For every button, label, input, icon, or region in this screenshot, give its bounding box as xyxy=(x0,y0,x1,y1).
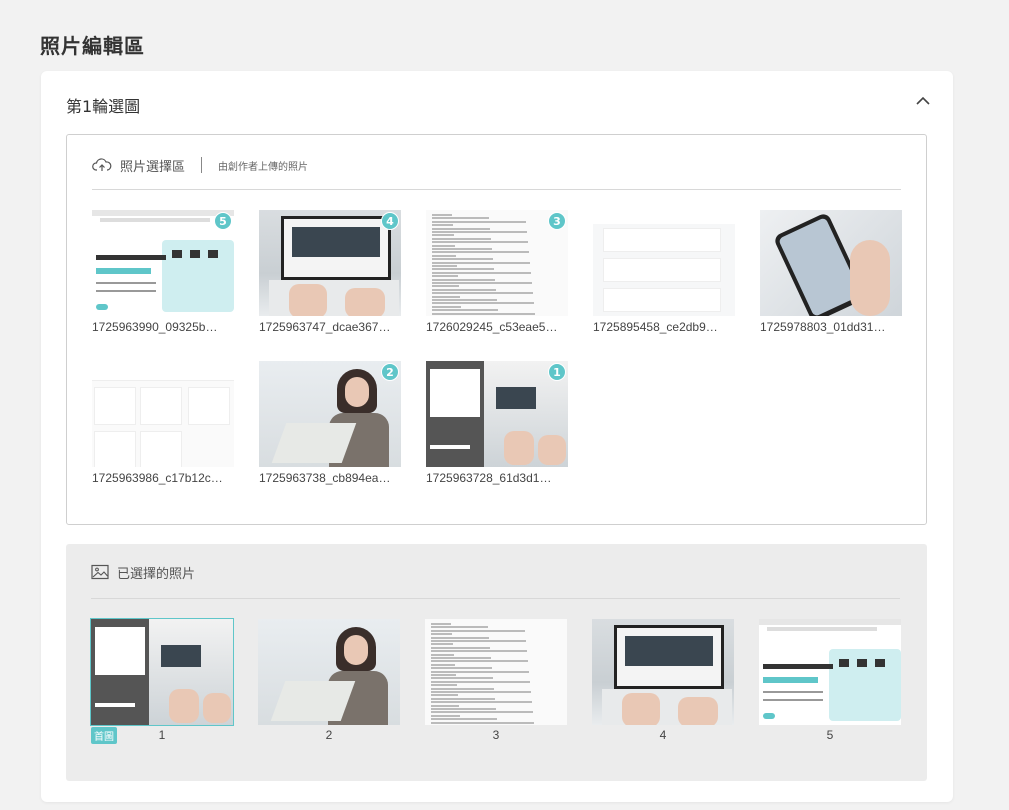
photo-filename: 1725978803_01dd31… xyxy=(760,320,886,334)
collapse-button[interactable] xyxy=(911,89,935,113)
photo-tile[interactable]: 4 1725963747_dcae367… xyxy=(259,210,401,334)
header-separator xyxy=(201,157,203,173)
cloud-upload-icon xyxy=(92,158,112,171)
selected-photo-number: 4 xyxy=(659,728,667,742)
photo-filename: 1725895458_ce2db9… xyxy=(593,320,718,334)
photo-thumbnail xyxy=(592,619,734,725)
selected-photo[interactable]: 5 xyxy=(759,619,901,742)
selected-photos-area: 已選擇的照片 首圖 1 2 3 4 5 xyxy=(66,544,927,781)
selection-divider xyxy=(92,189,901,190)
photo-filename: 1725963990_09325b… xyxy=(92,320,218,334)
image-icon xyxy=(91,564,109,580)
photo-thumbnail: 2 xyxy=(259,361,401,467)
photo-tile[interactable]: 1725895458_ce2db9… xyxy=(593,210,735,334)
selected-photo[interactable]: 2 xyxy=(258,619,400,742)
photo-tile[interactable]: 5 1725963990_09325b… xyxy=(92,210,234,334)
photo-thumbnail: 4 xyxy=(259,210,401,316)
selected-photo[interactable]: 首圖 1 xyxy=(90,618,234,744)
photo-tile[interactable]: 3 1726029245_c53eae5… xyxy=(426,210,568,334)
selected-photo[interactable]: 3 xyxy=(425,619,567,742)
photo-tile[interactable]: 1 1725963728_61d3d1… xyxy=(426,361,568,485)
photo-thumbnail: 5 xyxy=(92,210,234,316)
selected-divider xyxy=(91,598,900,599)
selected-header: 已選擇的照片 xyxy=(91,558,195,586)
selection-sublabel: 由創作者上傳的照片 xyxy=(218,161,309,173)
photo-filename: 1725963738_cb894ea… xyxy=(259,471,391,485)
selection-header: 照片選擇區 由創作者上傳的照片 xyxy=(92,151,308,179)
photo-thumbnail xyxy=(92,361,234,467)
photo-thumbnail xyxy=(759,619,901,725)
selected-photo[interactable]: 4 xyxy=(592,619,734,742)
selected-photo-number: 5 xyxy=(826,728,834,742)
photo-thumbnail xyxy=(90,618,234,726)
selection-order-badge: 5 xyxy=(214,212,232,230)
selected-label: 已選擇的照片 xyxy=(117,566,196,582)
round-title: 第1輪選圖 xyxy=(66,97,141,116)
photo-thumbnail: 1 xyxy=(426,361,568,467)
photo-thumbnail xyxy=(258,619,400,725)
cover-badge: 首圖 xyxy=(91,727,117,744)
photo-tile[interactable]: 1725963986_c17b12c… xyxy=(92,361,234,485)
photo-thumbnail xyxy=(425,619,567,725)
photo-filename: 1726029245_c53eae5… xyxy=(426,320,558,334)
selected-photo-number: 3 xyxy=(492,728,500,742)
photo-tile[interactable]: 2 1725963738_cb894ea… xyxy=(259,361,401,485)
photo-thumbnail xyxy=(760,210,902,316)
photo-filename: 1725963728_61d3d1… xyxy=(426,471,552,485)
photo-selection-area: 照片選擇區 由創作者上傳的照片 5 1725963990_09325b… 4 1725… xyxy=(66,134,927,525)
selection-order-badge: 3 xyxy=(548,212,566,230)
chevron-up-icon xyxy=(916,96,930,105)
round-card: 第1輪選圖 照片選擇區 由創作者上傳的照片 5 1725963990_09325b… xyxy=(41,71,953,802)
selection-order-badge: 2 xyxy=(381,363,399,381)
page-title: 照片編輯區 xyxy=(40,34,145,58)
selected-photo-number: 2 xyxy=(325,728,333,742)
photo-tile[interactable]: 1725978803_01dd31… xyxy=(760,210,902,334)
photo-thumbnail: 3 xyxy=(426,210,568,316)
photo-filename: 1725963747_dcae367… xyxy=(259,320,391,334)
photo-filename: 1725963986_c17b12c… xyxy=(92,471,223,485)
photo-thumbnail xyxy=(593,210,735,316)
selection-order-badge: 4 xyxy=(381,212,399,230)
selection-label: 照片選擇區 xyxy=(120,159,186,175)
selection-order-badge: 1 xyxy=(548,363,566,381)
